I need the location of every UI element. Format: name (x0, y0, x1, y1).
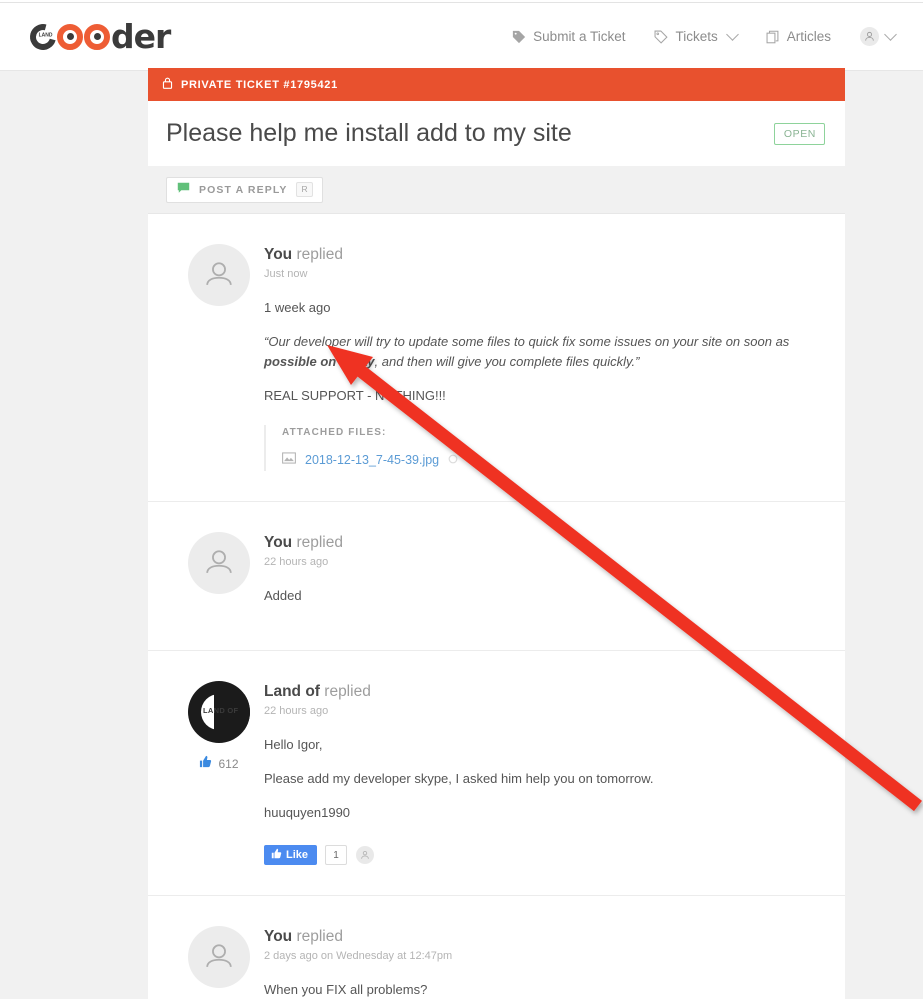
attachment-link[interactable]: 2018-12-13_7-45-39.jpg (305, 453, 439, 467)
lock-icon (162, 77, 173, 92)
nav-tickets[interactable]: Tickets (654, 28, 739, 44)
nav-submit-a-ticket[interactable]: Submit a Ticket (512, 29, 625, 44)
facebook-liker-avatar (356, 846, 375, 865)
attachment-spinner-icon (448, 451, 458, 469)
reply-toolbar: POST A REPLY R (148, 166, 845, 214)
reply-paragraph: Added (264, 587, 302, 603)
avatar (188, 531, 250, 594)
post-a-reply-button[interactable]: POST A REPLY R (166, 176, 323, 203)
reply-item: You replied 22 hours ago Added (148, 501, 845, 651)
copy-icon (766, 30, 780, 44)
nav-label: Submit a Ticket (533, 29, 626, 44)
reply-timestamp: 2 days ago on Wednesday at 12:47pm (264, 950, 453, 963)
logo-c-icon: LAND (25, 18, 61, 55)
site-logo[interactable]: LAND der (25, 17, 171, 56)
facebook-like-count[interactable]: 1 (325, 845, 348, 866)
chevron-down-icon (884, 28, 897, 41)
reply-action: replied (324, 682, 371, 700)
user-icon (860, 27, 879, 46)
reply-item: You replied 2 days ago on Wednesday at 1… (148, 896, 845, 999)
account-menu[interactable] (860, 27, 897, 46)
logo-suffix-text: der (111, 17, 171, 56)
reply-action: replied (296, 533, 343, 551)
reply-author: You (264, 533, 293, 551)
reply-item: LAND OF 612 Land of replied 22 hours ago… (148, 650, 845, 897)
reply-avatar-column (174, 531, 264, 620)
main-nav: Submit a Ticket Tickets Articles (512, 27, 897, 46)
attachment-row: 2018-12-13_7-45-39.jpg (282, 451, 823, 469)
nav-articles[interactable]: Articles (766, 29, 831, 44)
ticket-header: Please help me install add to my site OP… (148, 101, 845, 166)
ticket-content: PRIVATE TICKET #1795421 Please help me i… (148, 68, 845, 999)
reply-author-line: You replied (264, 928, 823, 946)
thumbs-up-icon (271, 848, 282, 862)
facebook-like-button[interactable]: Like (264, 845, 318, 866)
attachments-section: ATTACHED FILES: 2018-12-13_7-45-39.jpg (264, 424, 823, 471)
reply-action: replied (296, 246, 343, 263)
reply-paragraph: Hello Igor, (264, 736, 323, 752)
private-ticket-banner: PRIVATE TICKET #1795421 (148, 68, 845, 101)
reply-item: You replied Just now 1 week ago “Our dev… (148, 214, 845, 502)
reply-body: You replied Just now 1 week ago “Our dev… (264, 244, 823, 471)
reply-author: You (264, 928, 293, 946)
reply-body: Land of replied 22 hours ago Hello Igor,… (264, 681, 823, 866)
avatar: LAND OF (188, 680, 250, 743)
reply-author-line: You replied (264, 534, 823, 552)
reply-paragraph: Please add my developer skype, I asked h… (264, 770, 654, 786)
reply-author-line: Land of replied (264, 683, 823, 701)
reply-timestamp: 22 hours ago (264, 704, 329, 717)
page-title: Please help me install add to my site (166, 119, 572, 147)
post-a-reply-label: POST A REPLY (199, 183, 288, 196)
reply-action: replied (296, 928, 343, 946)
like-summary: 612 (199, 755, 239, 773)
like-count: 612 (218, 756, 239, 771)
reply-body: You replied 2 days ago on Wednesday at 1… (264, 926, 823, 999)
reply-author: You (264, 246, 293, 263)
reply-quote-bold: possible on today (264, 354, 375, 370)
avatar (188, 244, 250, 306)
reply-avatar-column: LAND OF 612 (174, 680, 264, 865)
reply-quote-paragraph: “Our developer will try to update some f… (264, 334, 790, 370)
reply-shortcut-key: R (296, 182, 313, 197)
logo-eye-right-icon (84, 23, 110, 50)
logo-eye-left-icon (57, 23, 83, 50)
avatar (188, 926, 250, 989)
reply-paragraph: When you FIX all problems? (264, 982, 428, 998)
reply-timestamp: 22 hours ago (264, 555, 329, 568)
reply-author-line: You replied (264, 246, 823, 264)
site-header: LAND der Submit a Ticket Tickets Article… (0, 3, 923, 71)
reply-paragraph: REAL SUPPORT - NOTHING!!! (264, 388, 446, 404)
nav-label: Tickets (675, 29, 718, 44)
reply-paragraph: huuquyen1990 (264, 804, 351, 820)
status-badge: OPEN (773, 122, 825, 145)
facebook-like-widget: Like 1 (264, 845, 823, 866)
image-icon (282, 451, 296, 469)
facebook-like-label: Like (286, 849, 309, 862)
tag-outline-icon (654, 30, 669, 44)
comment-icon (177, 181, 190, 199)
banner-text: PRIVATE TICKET #1795421 (181, 78, 338, 91)
nav-label: Articles (786, 29, 831, 44)
logo-wordmark: LAND der (25, 17, 171, 56)
reply-avatar-column (174, 244, 264, 471)
chevron-down-icon (725, 28, 739, 41)
reply-paragraph: 1 week ago (264, 300, 331, 315)
page-root: LAND der Submit a Ticket Tickets Article… (0, 0, 923, 999)
attachments-label: ATTACHED FILES: (282, 426, 387, 438)
reply-body: You replied 22 hours ago Added (264, 532, 823, 620)
reply-author: Land of (264, 682, 320, 700)
thumbs-up-icon (199, 755, 212, 773)
reply-timestamp: Just now (264, 268, 308, 280)
avatar-label: LAND OF (203, 705, 239, 715)
logo-inner-text: LAND (38, 32, 53, 39)
tag-filled-icon (512, 30, 526, 44)
reply-avatar-column (174, 926, 264, 999)
